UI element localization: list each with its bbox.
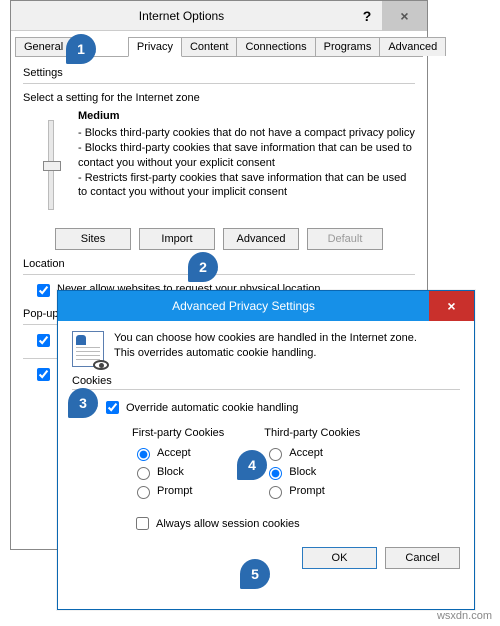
radio-label: Prompt (157, 485, 192, 497)
titlebar: Internet Options ? × (11, 1, 427, 31)
cancel-button[interactable]: Cancel (385, 547, 460, 569)
privacy-document-icon (72, 331, 104, 367)
ok-button[interactable]: OK (302, 547, 377, 569)
popup-blocker-checkbox[interactable] (37, 334, 50, 347)
session-cookies-checkbox[interactable] (136, 517, 149, 530)
privacy-bullet: - Blocks third-party cookies that do not… (78, 126, 415, 141)
tab-general[interactable]: General (15, 37, 72, 56)
dialog-desc-line: This overrides automatic cookie handling… (114, 347, 316, 359)
tab-connections[interactable]: Connections (236, 37, 315, 56)
cookies-label: Cookies (72, 375, 460, 387)
inprivate-checkbox[interactable] (37, 368, 50, 381)
privacy-bullet: - Restricts first-party cookies that sav… (78, 171, 415, 201)
close-icon: × (447, 298, 455, 314)
callout-marker: 2 (188, 252, 218, 282)
callout-marker: 1 (66, 34, 96, 64)
tab-privacy[interactable]: Privacy (128, 37, 182, 57)
first-party-prompt-radio[interactable] (137, 486, 150, 499)
radio-label: Block (157, 466, 184, 478)
sites-button[interactable]: Sites (55, 228, 131, 250)
dialog-title: Advanced Privacy Settings (58, 299, 429, 313)
first-party-accept-radio[interactable] (137, 448, 150, 461)
default-button[interactable]: Default (307, 228, 383, 250)
third-party-group: Third-party Cookies Accept Block Prompt (264, 427, 360, 502)
tab-advanced[interactable]: Advanced (379, 37, 446, 56)
dialog-description: You can choose how cookies are handled i… (114, 331, 417, 361)
third-party-label: Third-party Cookies (264, 427, 360, 439)
privacy-slider[interactable] (23, 110, 78, 210)
third-party-accept-radio[interactable] (269, 448, 282, 461)
first-party-block-radio[interactable] (137, 467, 150, 480)
window-title: Internet Options (11, 1, 352, 31)
callout-marker: 4 (237, 450, 267, 480)
third-party-prompt-radio[interactable] (269, 486, 282, 499)
radio-label: Accept (157, 447, 191, 459)
settings-label: Settings (23, 67, 415, 79)
first-party-label: First-party Cookies (132, 427, 224, 439)
help-button[interactable]: ? (352, 1, 382, 31)
location-never-checkbox[interactable] (37, 284, 50, 297)
privacy-level: Medium (78, 110, 415, 122)
radio-label: Accept (289, 447, 323, 459)
first-party-group: First-party Cookies Accept Block Prompt (132, 427, 224, 502)
advanced-privacy-dialog: Advanced Privacy Settings × You can choo… (57, 290, 475, 610)
callout-marker: 3 (68, 388, 98, 418)
privacy-bullet: - Blocks third-party cookies that save i… (78, 141, 415, 171)
session-cookies-label: Always allow session cookies (156, 518, 300, 530)
radio-label: Block (289, 466, 316, 478)
callout-marker: 5 (240, 559, 270, 589)
import-button[interactable]: Import (139, 228, 215, 250)
dialog-titlebar: Advanced Privacy Settings × (58, 291, 474, 321)
tab-programs[interactable]: Programs (315, 37, 381, 56)
dialog-desc-line: You can choose how cookies are handled i… (114, 332, 417, 344)
watermark: wsxdn.com (437, 610, 492, 622)
override-cookie-checkbox[interactable] (106, 401, 119, 414)
radio-label: Prompt (289, 485, 324, 497)
zone-text: Select a setting for the Internet zone (23, 92, 415, 104)
tab-content[interactable]: Content (181, 37, 238, 56)
dialog-close-button[interactable]: × (429, 291, 474, 321)
advanced-button[interactable]: Advanced (223, 228, 299, 250)
override-cookie-label: Override automatic cookie handling (126, 402, 298, 414)
close-button[interactable]: × (382, 1, 427, 31)
